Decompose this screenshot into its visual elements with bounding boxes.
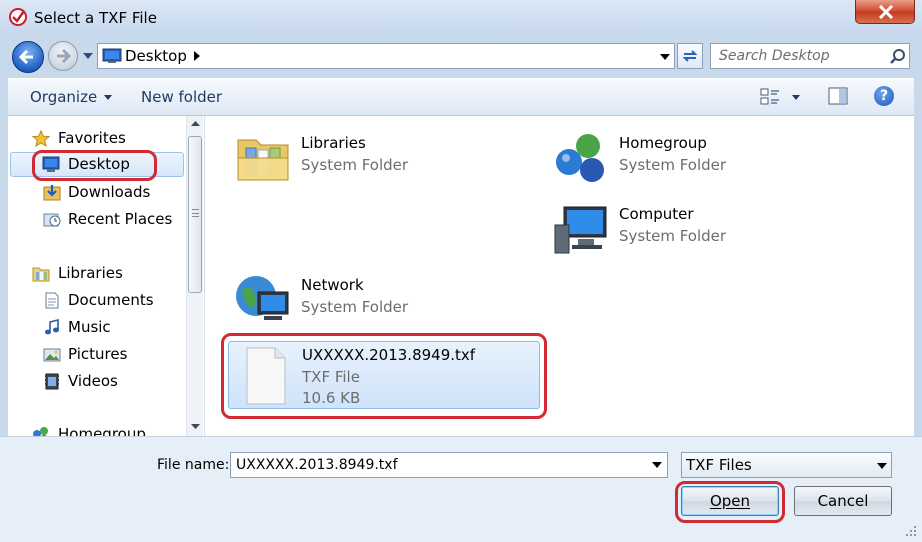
close-button[interactable] xyxy=(855,0,915,24)
app-logo-icon xyxy=(9,8,27,26)
arrow-left-icon xyxy=(18,49,33,65)
downloads-icon xyxy=(43,185,61,201)
scroll-grip-icon xyxy=(192,209,199,217)
refresh-button[interactable] xyxy=(677,43,703,69)
chevron-down-icon[interactable] xyxy=(652,461,662,469)
nav-homegroup[interactable]: Homegroup xyxy=(8,422,193,436)
organize-button[interactable]: Organize xyxy=(30,88,97,106)
file-type-select[interactable]: TXF Files xyxy=(681,452,892,478)
nav-downloads[interactable]: Downloads xyxy=(8,180,193,205)
nav-pictures[interactable]: Pictures xyxy=(8,342,193,367)
nav-libraries[interactable]: Libraries xyxy=(8,261,193,286)
change-view-icon[interactable] xyxy=(760,88,780,106)
nav-pane-scrollbar[interactable] xyxy=(186,116,203,436)
search-box[interactable] xyxy=(710,43,910,69)
chevron-down-icon xyxy=(877,463,887,469)
address-bar[interactable]: Desktop xyxy=(97,43,675,69)
refresh-icon xyxy=(682,50,698,62)
nav-recent-places[interactable]: Recent Places xyxy=(8,207,193,232)
chevron-down-icon[interactable] xyxy=(659,52,671,62)
arrow-right-icon xyxy=(57,48,72,64)
file-item-network[interactable]: Network System Folder xyxy=(228,268,518,338)
desktop-icon xyxy=(102,48,122,63)
file-item-homegroup[interactable]: Homegroup System Folder xyxy=(546,126,836,196)
network-icon xyxy=(236,276,289,320)
forward-button[interactable] xyxy=(48,41,78,71)
chevron-down-icon[interactable] xyxy=(104,95,112,100)
new-folder-button[interactable]: New folder xyxy=(141,88,222,106)
scroll-thumb[interactable] xyxy=(188,136,202,293)
computer-icon xyxy=(554,206,607,254)
close-icon xyxy=(878,5,894,19)
file-item-libraries[interactable]: Libraries System Folder xyxy=(228,126,518,196)
file-list: Libraries System Folder Homegroup System… xyxy=(205,116,914,436)
homegroup-icon xyxy=(33,427,48,436)
file-item-computer[interactable]: Computer System Folder xyxy=(546,197,836,267)
help-icon[interactable]: ? xyxy=(874,86,894,106)
nav-favorites[interactable]: Favorites xyxy=(8,126,193,151)
title-bar: Select a TXF File xyxy=(0,0,922,36)
file-name-input[interactable] xyxy=(232,454,646,476)
navigation-pane: Favorites Desktop Downloads Recent Place… xyxy=(8,116,205,436)
back-button[interactable] xyxy=(12,41,44,73)
desktop-icon xyxy=(42,156,60,172)
open-button[interactable]: Open xyxy=(681,486,779,516)
homegroup-icon xyxy=(556,134,604,182)
documents-icon xyxy=(45,292,59,309)
videos-icon xyxy=(45,373,59,390)
file-item-txf[interactable]: UXXXXX.2013.8949.txf TXF File 10.6 KB xyxy=(228,341,540,409)
scroll-down-icon[interactable] xyxy=(187,418,204,434)
search-icon[interactable] xyxy=(889,48,906,65)
scroll-up-icon[interactable] xyxy=(187,116,204,132)
recent-pages-dropdown-icon[interactable] xyxy=(82,50,94,62)
chevron-right-icon[interactable] xyxy=(192,50,202,62)
resize-grip-icon[interactable] xyxy=(902,522,918,538)
pictures-icon xyxy=(43,348,61,362)
file-name-label: File name: xyxy=(157,457,230,473)
window-title: Select a TXF File xyxy=(34,9,157,27)
music-icon xyxy=(45,319,59,335)
nav-videos[interactable]: Videos xyxy=(8,369,193,394)
libraries-folder-icon xyxy=(237,139,289,181)
nav-music[interactable]: Music xyxy=(8,315,193,340)
address-location[interactable]: Desktop xyxy=(125,47,187,65)
nav-desktop[interactable]: Desktop xyxy=(10,152,184,177)
cancel-button[interactable]: Cancel xyxy=(794,486,892,516)
command-toolbar: Organize New folder ? xyxy=(8,78,914,116)
search-input[interactable] xyxy=(712,45,882,67)
chevron-down-icon[interactable] xyxy=(792,95,800,100)
file-name-combobox[interactable] xyxy=(230,452,668,478)
star-icon xyxy=(32,130,50,147)
nav-documents[interactable]: Documents xyxy=(8,288,193,313)
libraries-folder-icon xyxy=(32,267,50,282)
preview-pane-icon[interactable] xyxy=(828,87,848,105)
recent-places-icon xyxy=(43,213,61,227)
document-icon xyxy=(246,347,286,405)
file-type-value: TXF Files xyxy=(686,456,752,474)
